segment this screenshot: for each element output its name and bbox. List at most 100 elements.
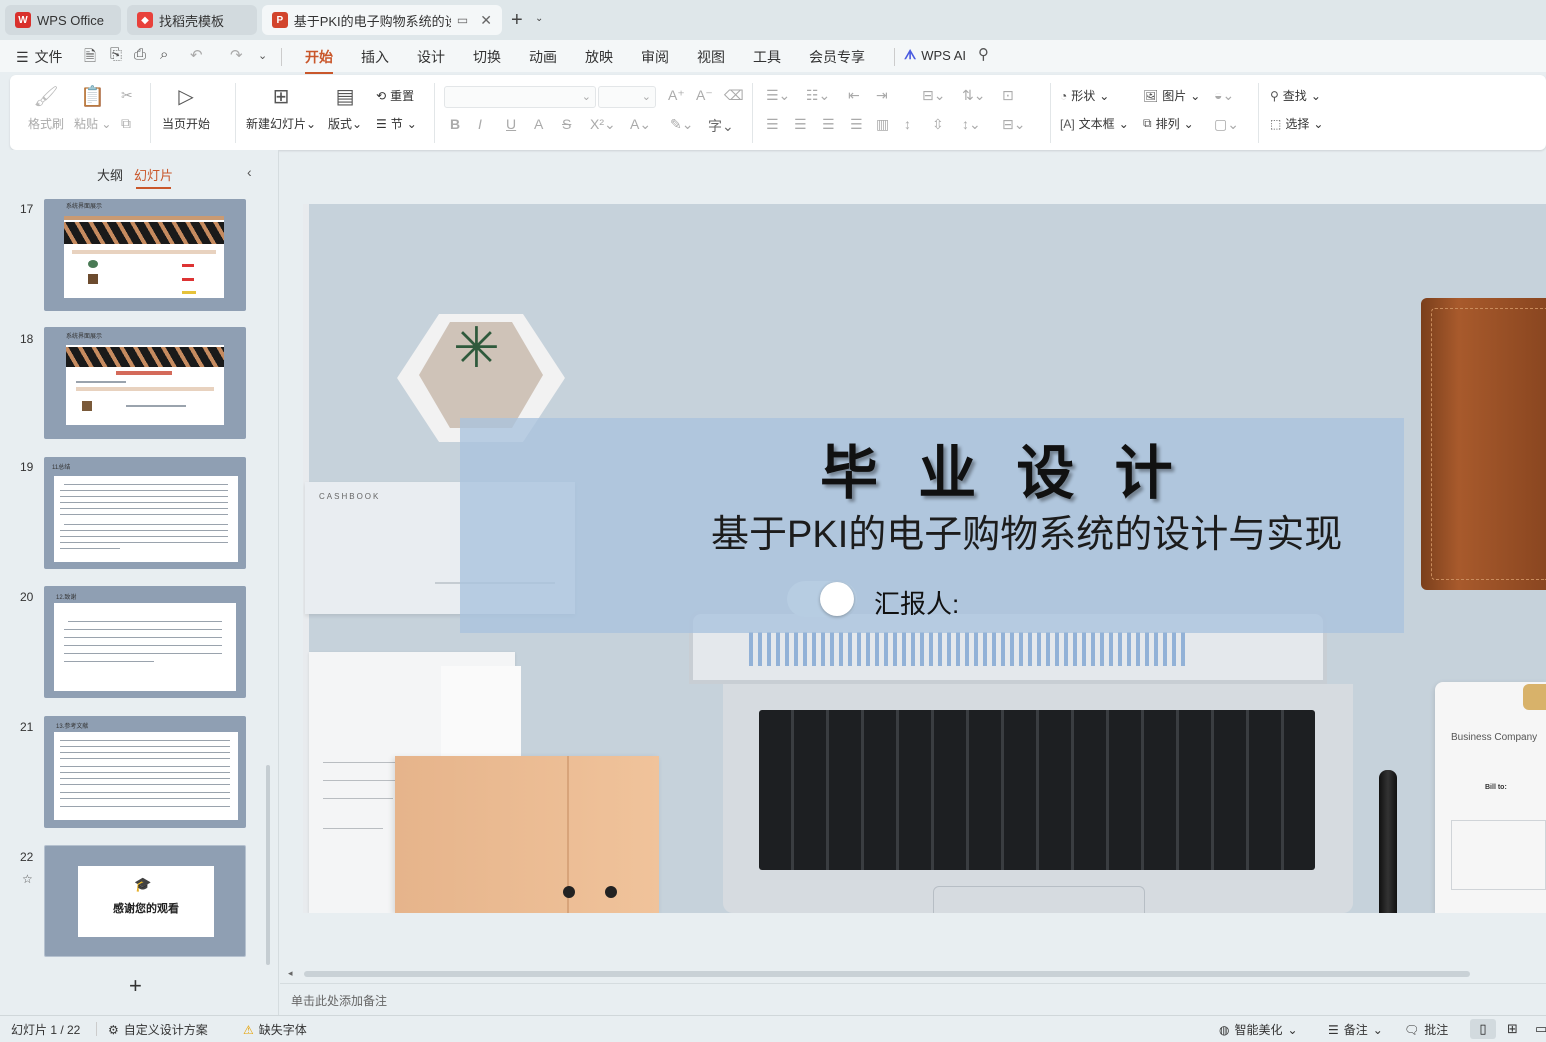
- add-slide-button[interactable]: +: [129, 973, 142, 999]
- text-direction-icon[interactable]: ⊟⌄: [922, 87, 945, 104]
- print-icon[interactable]: ⎙: [134, 46, 146, 63]
- menu-design[interactable]: 设计: [417, 47, 445, 67]
- slide-thumbnail-19[interactable]: 11总结: [44, 457, 246, 569]
- slide-thumbnail-22[interactable]: 🎓 感谢您的观看: [44, 845, 246, 957]
- distribute-icon[interactable]: ▥: [876, 116, 889, 133]
- decrease-indent-icon[interactable]: ⇤: [848, 87, 860, 104]
- textbox-button[interactable]: [A] 文本框 ⌄: [1060, 115, 1129, 132]
- shape-button[interactable]: ◔ 形状 ⌄: [1060, 87, 1109, 104]
- strikethrough-icon[interactable]: S: [562, 116, 571, 132]
- increase-font-icon[interactable]: A⁺: [668, 87, 685, 104]
- layout-button[interactable]: ▤ 版式⌄: [328, 85, 362, 132]
- numbered-list-icon[interactable]: ☷⌄: [806, 87, 830, 104]
- undo-icon[interactable]: ↶: [190, 46, 203, 64]
- arrange-button[interactable]: ⧉ 排列 ⌄: [1143, 115, 1194, 132]
- shadow-text-icon[interactable]: A: [534, 116, 543, 132]
- line-spacing-icon[interactable]: ↕: [904, 116, 911, 132]
- phonetic-icon[interactable]: 字⌄: [708, 116, 734, 136]
- format-painter-button[interactable]: 🖌 格式刷: [28, 85, 64, 132]
- decrease-font-icon[interactable]: A⁻: [696, 87, 713, 104]
- clear-format-icon[interactable]: ⌫: [724, 87, 744, 104]
- bold-icon[interactable]: B: [450, 116, 460, 132]
- font-color-icon[interactable]: A⌄: [630, 116, 651, 133]
- tab-docer-templates[interactable]: ◆ 找稻壳模板: [127, 5, 257, 35]
- menu-transitions[interactable]: 切换: [473, 47, 501, 67]
- font-family-select[interactable]: ⌄: [444, 86, 596, 108]
- normal-view-icon[interactable]: ▯: [1470, 1019, 1496, 1039]
- menu-review[interactable]: 审阅: [641, 47, 669, 67]
- new-tab-icon[interactable]: +: [511, 9, 523, 32]
- file-menu[interactable]: ☰ 文件: [16, 47, 63, 67]
- monitor-icon[interactable]: ▭: [457, 13, 468, 27]
- notes-pane[interactable]: 单击此处添加备注: [280, 983, 1546, 1015]
- smart-beautify-button[interactable]: ◍ 智能美化 ⌄: [1219, 1021, 1298, 1038]
- slide-canvas[interactable]: CASHBOOK ✳ Business Company Bill to: 毕 业…: [303, 204, 1546, 913]
- star-icon[interactable]: ☆: [22, 872, 33, 886]
- menu-insert[interactable]: 插入: [361, 47, 389, 67]
- scroll-left-icon[interactable]: ◂: [288, 968, 293, 979]
- paste-button[interactable]: 📋 粘贴 ⌄: [74, 85, 111, 132]
- columns-icon[interactable]: ↕⌄: [962, 116, 981, 133]
- slide-title[interactable]: 毕 业 设 计: [820, 426, 1183, 510]
- notes-toggle-button[interactable]: ☰ 备注 ⌄: [1328, 1021, 1383, 1038]
- reset-button[interactable]: ⟲ 重置: [376, 87, 414, 104]
- print-preview-icon[interactable]: ⌕: [160, 46, 168, 63]
- italic-icon[interactable]: I: [478, 116, 482, 132]
- menu-view[interactable]: 视图: [697, 47, 725, 67]
- paragraph-spacing-icon[interactable]: ⇳: [932, 116, 944, 133]
- menu-animations[interactable]: 动画: [529, 47, 557, 67]
- search-icon[interactable]: ⚲: [978, 45, 989, 63]
- justify-icon[interactable]: ☰: [850, 116, 863, 133]
- start-from-current-button[interactable]: ▷ 当页开始: [162, 85, 210, 132]
- select-button[interactable]: ⬚ 选择 ⌄: [1270, 115, 1323, 132]
- menu-tools[interactable]: 工具: [753, 47, 781, 67]
- section-button[interactable]: ☰ 节 ⌄: [376, 115, 417, 132]
- cut-icon[interactable]: ✂: [121, 87, 133, 104]
- slide-thumbnail-20[interactable]: 12.致谢: [44, 586, 246, 698]
- tab-document[interactable]: P 基于PKI的电子购物系统的设计 ▭ ✕: [262, 5, 502, 35]
- new-slide-button[interactable]: ⊞ 新建幻灯片⌄: [246, 85, 316, 132]
- align-right-icon[interactable]: ☰: [822, 116, 835, 133]
- slide-subtitle[interactable]: 基于PKI的电子购物系统的设计与实现: [711, 503, 1342, 558]
- highlight-icon[interactable]: ✎⌄: [670, 116, 693, 133]
- align-left-icon[interactable]: ☰: [766, 116, 779, 133]
- redo-icon[interactable]: ↷: [230, 46, 243, 64]
- text-box-align-icon[interactable]: ⊟⌄: [1002, 116, 1025, 133]
- close-icon[interactable]: ✕: [480, 12, 492, 29]
- reporter-label[interactable]: 汇报人:: [874, 584, 959, 621]
- increase-indent-icon[interactable]: ⇥: [876, 87, 888, 104]
- horizontal-scrollbar[interactable]: [304, 971, 1470, 977]
- copy-icon[interactable]: ⧉: [121, 115, 131, 132]
- menu-home[interactable]: 开始: [305, 47, 333, 74]
- menu-membership[interactable]: 会员专享: [809, 47, 865, 67]
- reading-view-icon[interactable]: ▭: [1535, 1021, 1546, 1037]
- tab-slides[interactable]: 幻灯片: [134, 165, 173, 189]
- collapse-panel-icon[interactable]: ‹: [247, 164, 252, 180]
- fill-icon[interactable]: ◒⌄: [1214, 87, 1234, 104]
- slide-thumbnail-18[interactable]: 系统界面展示: [44, 327, 246, 439]
- comment-button[interactable]: 🗨 批注: [1404, 1021, 1448, 1038]
- convert-smartart-icon[interactable]: ⊡: [1002, 87, 1014, 104]
- tab-wps-office[interactable]: W WPS Office: [5, 5, 121, 35]
- menu-slideshow[interactable]: 放映: [585, 47, 613, 67]
- more-chevron-icon[interactable]: ⌄: [258, 49, 267, 62]
- bullet-list-icon[interactable]: ☰⌄: [766, 87, 790, 104]
- export-icon[interactable]: ⎘: [110, 46, 122, 63]
- sort-icon[interactable]: ⇅⌄: [962, 87, 985, 104]
- tab-outline[interactable]: 大纲: [97, 165, 123, 184]
- align-center-icon[interactable]: ☰: [794, 116, 807, 133]
- outline-icon[interactable]: ▢⌄: [1214, 116, 1239, 133]
- picture-button[interactable]: 🖼 图片 ⌄: [1143, 87, 1200, 104]
- custom-design-button[interactable]: ⚙ 自定义设计方案: [108, 1021, 208, 1038]
- wps-ai-button[interactable]: ᗑ WPS AI: [904, 47, 966, 63]
- slide-thumbnail-17[interactable]: 系统界面展示: [44, 199, 246, 311]
- font-size-select[interactable]: ⌄: [598, 86, 656, 108]
- superscript-icon[interactable]: X²⌄: [590, 116, 616, 133]
- grid-view-icon[interactable]: ⊞: [1507, 1021, 1518, 1037]
- missing-font-button[interactable]: ⚠ 缺失字体: [243, 1021, 307, 1038]
- underline-icon[interactable]: U: [506, 116, 516, 132]
- slide-thumbnail-21[interactable]: 13.参考文献: [44, 716, 246, 828]
- find-button[interactable]: ⚲ 查找 ⌄: [1270, 87, 1321, 104]
- chevron-down-icon[interactable]: ⌄: [535, 13, 543, 24]
- save-icon[interactable]: 🗎: [84, 46, 96, 71]
